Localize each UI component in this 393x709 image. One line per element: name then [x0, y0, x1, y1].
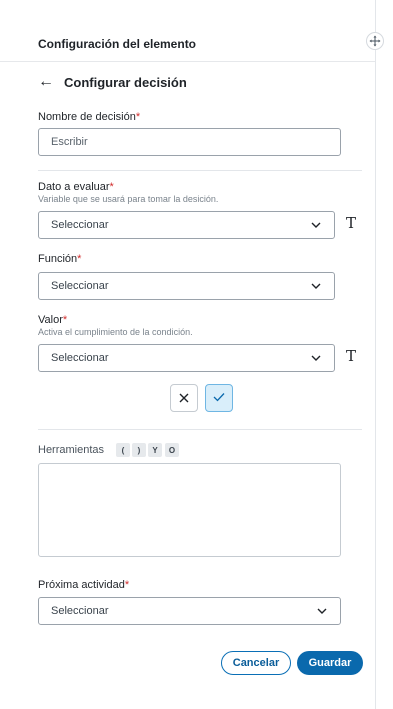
- data-to-evaluate-label: Dato a evaluar*: [38, 181, 114, 193]
- tool-open-paren[interactable]: (: [116, 443, 130, 457]
- cancel-button[interactable]: Cancelar: [221, 651, 291, 675]
- required-marker: *: [124, 579, 130, 591]
- next-activity-label: Próxima actividad*: [38, 579, 129, 591]
- chevron-down-icon: [310, 219, 322, 231]
- select-value: Seleccionar: [51, 352, 109, 364]
- next-activity-select[interactable]: Seleccionar: [38, 597, 341, 625]
- panel-header-title: Configuración del elemento: [38, 37, 197, 51]
- data-to-evaluate-select[interactable]: Seleccionar: [38, 211, 335, 239]
- panel-border: [375, 0, 376, 709]
- arrow-left-icon[interactable]: ←: [38, 74, 54, 90]
- text-mode-icon[interactable]: T: [346, 214, 356, 232]
- function-select[interactable]: Seleccionar: [38, 272, 335, 300]
- page-header: ← Configurar decisión: [38, 74, 187, 90]
- value-label-text: Valor: [38, 314, 63, 326]
- text-mode-icon[interactable]: T: [346, 347, 356, 365]
- value-select[interactable]: Seleccionar: [38, 344, 335, 372]
- decision-name-label: Nombre de decisión*: [38, 111, 140, 123]
- section-divider: [38, 170, 362, 171]
- section-divider: [38, 429, 362, 430]
- reject-condition-button[interactable]: [170, 384, 198, 412]
- close-icon: [179, 391, 189, 406]
- required-marker: *: [62, 314, 68, 326]
- check-icon: [213, 389, 225, 407]
- select-value: Seleccionar: [51, 605, 109, 617]
- required-marker: *: [109, 181, 114, 193]
- move-handle-icon[interactable]: [366, 32, 384, 50]
- tools-label: Herramientas: [38, 444, 105, 456]
- tools-expression-textarea[interactable]: [38, 463, 341, 557]
- select-value: Seleccionar: [51, 219, 109, 231]
- element-config-panel: Configuración del elemento ← Configurar …: [0, 0, 376, 709]
- decision-name-input[interactable]: [38, 128, 341, 156]
- select-value: Seleccionar: [51, 280, 109, 292]
- value-label: Valor*: [38, 314, 67, 326]
- chevron-down-icon: [310, 280, 322, 292]
- accept-condition-button[interactable]: [205, 384, 233, 412]
- tool-close-paren[interactable]: ): [132, 443, 146, 457]
- tool-or[interactable]: O: [165, 443, 179, 457]
- chevron-down-icon: [316, 605, 328, 617]
- next-activity-label-text: Próxima actividad: [38, 579, 125, 591]
- data-to-evaluate-label-text: Dato a evaluar: [38, 181, 110, 193]
- required-marker: *: [77, 253, 82, 265]
- page-title: Configurar decisión: [64, 74, 187, 90]
- save-button[interactable]: Guardar: [297, 651, 363, 675]
- chevron-down-icon: [310, 352, 322, 364]
- function-label-text: Función: [38, 253, 78, 265]
- value-hint: Activa el cumplimiento de la condición.: [38, 327, 193, 337]
- decision-name-label-text: Nombre de decisión: [38, 111, 136, 123]
- required-marker: *: [135, 111, 141, 123]
- tool-and[interactable]: Y: [148, 443, 162, 457]
- function-label: Función*: [38, 253, 81, 265]
- data-to-evaluate-hint: Variable que se usará para tomar la desi…: [38, 194, 219, 204]
- header-divider: [0, 61, 376, 62]
